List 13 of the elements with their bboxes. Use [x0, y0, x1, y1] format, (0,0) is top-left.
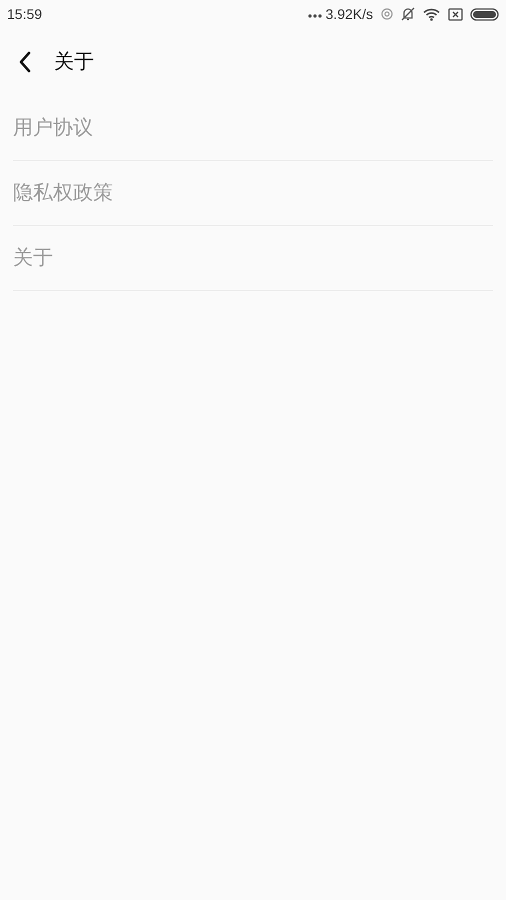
status-time: 15:59	[7, 4, 42, 24]
back-icon[interactable]	[18, 51, 32, 73]
muted-bell-icon	[401, 7, 415, 21]
battery-icon	[470, 8, 499, 20]
hotspot-icon	[381, 8, 393, 20]
no-sim-icon	[448, 8, 463, 20]
wifi-icon	[423, 8, 440, 20]
page-title: 关于	[54, 50, 94, 75]
menu-item[interactable]: 关于	[13, 243, 53, 273]
network-speed: 3.92K/s	[326, 4, 373, 24]
more-icon	[308, 14, 322, 18]
menu-item[interactable]: 用户协议	[13, 113, 93, 143]
menu-item[interactable]: 隐私权政策	[13, 178, 113, 208]
